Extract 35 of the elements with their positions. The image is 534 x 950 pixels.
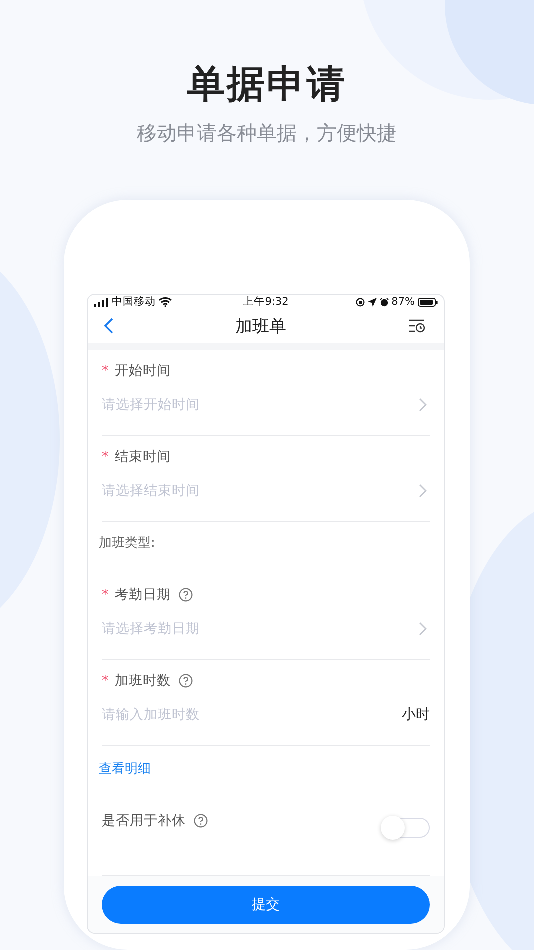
section-label: 加班类型: xyxy=(99,536,156,551)
rotation-lock-icon xyxy=(356,298,365,306)
select-field[interactable]: 请选择结束时间 xyxy=(102,482,430,500)
field-label: 结束时间 xyxy=(115,448,171,466)
hero-title: 单据申请 xyxy=(187,61,347,108)
required-mark: * xyxy=(102,673,110,689)
alarm-clock-icon xyxy=(380,298,389,306)
field-label: 考勤日期 xyxy=(115,586,171,604)
chevron-right-icon xyxy=(419,622,427,636)
carrier-name: 中国移动 xyxy=(112,295,156,309)
battery-icon xyxy=(418,298,438,306)
location-arrow-icon xyxy=(368,298,377,306)
page-title: 加班单 xyxy=(236,316,286,338)
chevron-right-icon xyxy=(419,484,427,498)
details-link[interactable]: 查看明细 xyxy=(99,760,151,778)
history-list-icon[interactable] xyxy=(408,319,426,334)
unit-label: 小时 xyxy=(402,706,430,724)
signal-icon xyxy=(94,298,109,306)
submit-button[interactable]: 提交 xyxy=(102,886,430,924)
required-mark: * xyxy=(102,449,110,465)
select-field[interactable]: 请选择开始时间 xyxy=(102,396,430,414)
input-field[interactable]: 请输入加班时数 xyxy=(102,707,302,723)
hero-subtitle: 移动申请各种单据，方便快捷 xyxy=(137,120,397,146)
chevron-right-icon xyxy=(419,398,427,412)
status-time: 上午9:32 xyxy=(243,295,289,309)
wifi-icon xyxy=(159,297,172,307)
required-mark: * xyxy=(102,363,110,379)
field-label: 开始时间 xyxy=(115,362,171,380)
required-mark: * xyxy=(102,587,110,603)
field-label: 加班时数 xyxy=(115,672,171,690)
field-label: 是否用于补休 xyxy=(102,812,186,830)
toggle-switch[interactable] xyxy=(384,818,430,838)
back-icon[interactable] xyxy=(104,318,114,334)
select-field[interactable]: 请选择考勤日期 xyxy=(102,620,430,638)
battery-percent: 87% xyxy=(392,296,415,308)
